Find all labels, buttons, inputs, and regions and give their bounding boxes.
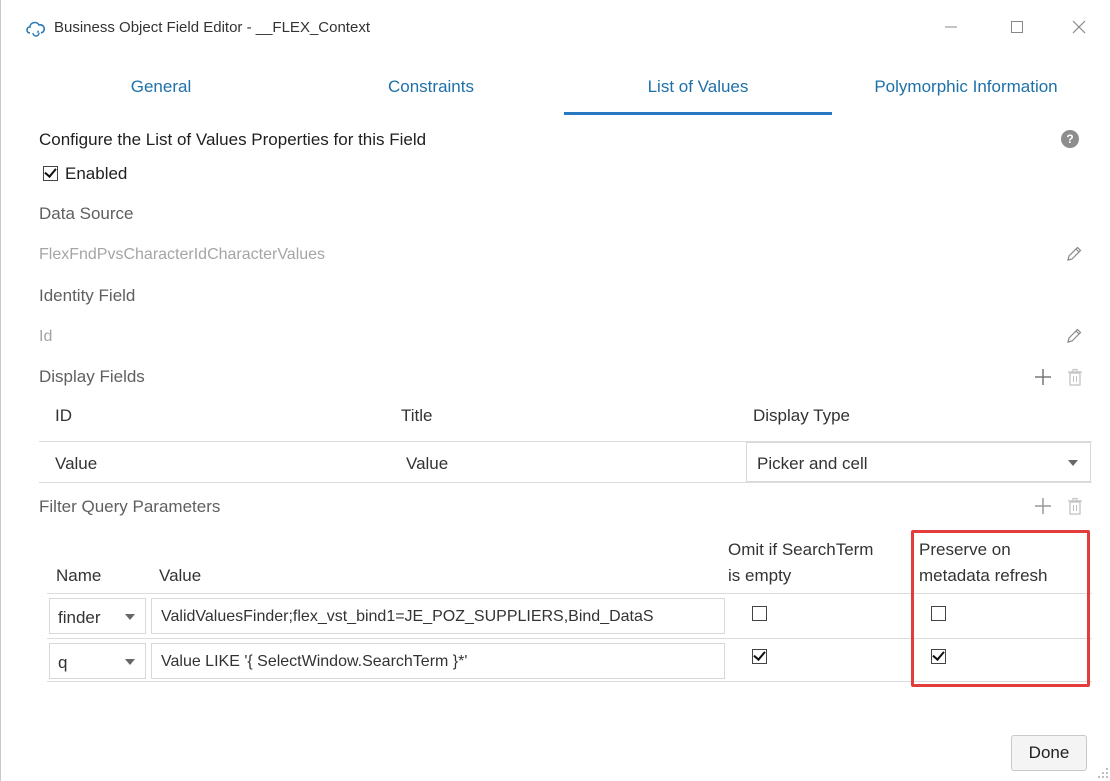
add-display-field-icon[interactable] [1033,367,1053,387]
tab-bar: General Constraints List of Values Polym… [1,60,1110,116]
minimize-icon [945,26,957,28]
tab-polymorphic-information[interactable]: Polymorphic Information [846,77,1086,115]
identity-field-value: Id [39,328,53,345]
display-type-value: Picker and cell [757,454,868,473]
display-fields-col-id: ID [55,406,72,425]
filter-value-text: Value LIKE '{ SelectWindow.SearchTerm }*… [161,653,468,670]
filter-col-omit-line2: is empty [728,566,792,585]
resize-grip-icon[interactable] [1097,767,1109,779]
filter-col-omit-line1: Omit if SearchTerm [728,540,874,559]
add-filter-parameter-icon[interactable] [1033,496,1053,516]
help-icon[interactable]: ? [1061,130,1079,148]
filter-name-select[interactable]: q [49,643,146,679]
filter-value-input[interactable]: ValidValuesFinder;flex_vst_bind1=JE_POZ_… [151,598,725,634]
filter-col-name: Name [56,566,102,585]
display-type-select[interactable]: Picker and cell [746,442,1091,482]
delete-display-field-icon[interactable] [1065,367,1085,387]
display-fields-label: Display Fields [39,367,145,386]
field-editor-window: Business Object Field Editor - __FLEX_Co… [0,0,1110,781]
filter-col-omit: Omit if SearchTerm is empty [728,539,873,587]
chevron-down-icon [125,614,135,620]
maximize-button[interactable] [995,10,1039,44]
display-field-id: Value [55,454,98,473]
tab-list-of-values[interactable]: List of Values [564,77,832,115]
tab-constraints[interactable]: Constraints [351,77,511,115]
filter-col-value: Value [159,566,202,585]
section-heading: Configure the List of Values Properties … [39,130,427,149]
tab-general[interactable]: General [101,77,221,115]
done-button[interactable]: Done [1011,735,1087,771]
chevron-down-icon [1068,460,1078,466]
omit-if-empty-checkbox[interactable] [752,649,767,664]
enabled-label[interactable]: Enabled [65,164,127,184]
delete-filter-parameter-icon[interactable] [1065,496,1085,516]
close-icon [1072,20,1086,34]
filter-value-input[interactable]: Value LIKE '{ SelectWindow.SearchTerm }*… [151,643,725,679]
display-field-title: Value [406,454,449,473]
cloud-refresh-icon [26,21,46,37]
display-fields-col-display-type: Display Type [753,406,851,425]
maximize-icon [1011,21,1023,33]
filter-query-label: Filter Query Parameters [39,497,221,516]
edit-identity-field-icon[interactable] [1065,327,1083,345]
filter-name-select[interactable]: finder [49,598,146,634]
filter-value-text: ValidValuesFinder;flex_vst_bind1=JE_POZ_… [161,608,654,625]
data-source-value: FlexFndPvsCharacterIdCharacterValues [39,246,326,263]
chevron-down-icon [125,659,135,665]
filter-name-value: finder [58,608,101,627]
window-title: Business Object Field Editor - __FLEX_Co… [54,19,370,36]
identity-field-label: Identity Field [39,286,136,305]
title-bar: Business Object Field Editor - __FLEX_Co… [1,0,1110,58]
edit-data-source-icon[interactable] [1065,245,1083,263]
display-fields-col-title: Title [401,406,433,425]
data-source-label: Data Source [39,204,134,223]
minimize-button[interactable] [929,10,973,44]
highlight-box [911,530,1090,687]
enabled-checkbox[interactable] [43,166,58,181]
table-row[interactable]: Value Value Picker and cell [39,441,1092,483]
filter-name-value: q [58,653,68,672]
close-button[interactable] [1057,10,1101,44]
omit-if-empty-checkbox[interactable] [752,606,767,621]
